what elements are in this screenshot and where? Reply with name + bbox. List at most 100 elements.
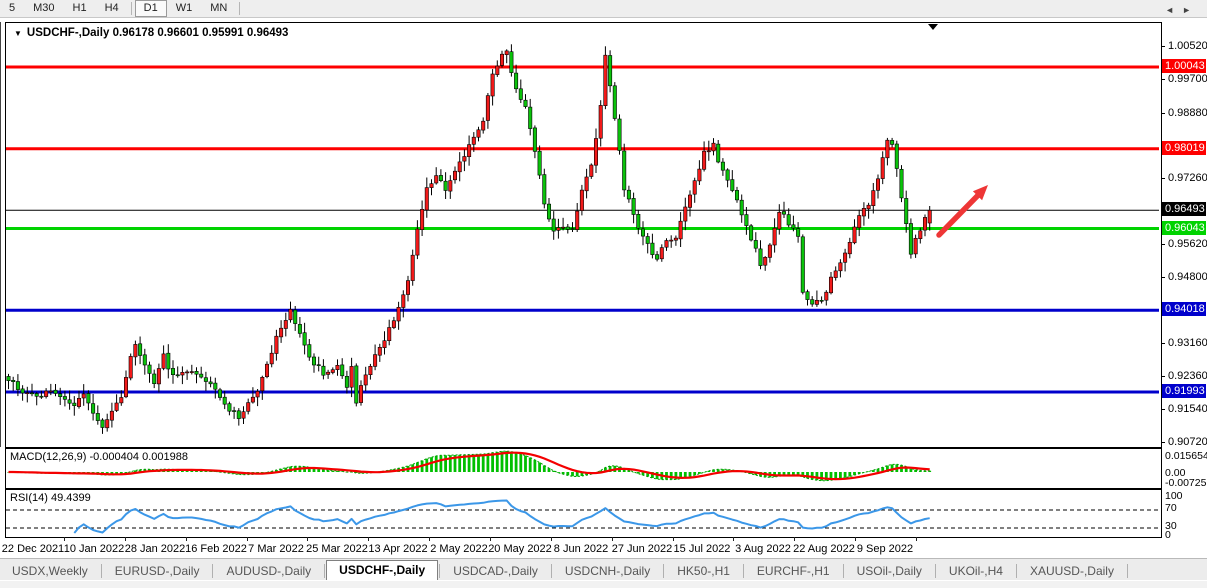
candle-body (341, 365, 344, 376)
candle-body (735, 190, 738, 200)
candle-body (759, 249, 762, 266)
candle-body (843, 253, 846, 262)
tab-scroll-right-icon[interactable]: ► (1182, 5, 1199, 15)
symbol-period-label: USDCHF-,Daily (27, 27, 109, 39)
macd-histogram-bar (510, 452, 513, 472)
candle-body (444, 181, 447, 190)
ohlc-values: 0.96178 0.96601 0.95991 0.96493 (113, 27, 289, 39)
dropdown-icon[interactable]: ▼ (14, 29, 22, 38)
shift-marker-icon[interactable] (928, 24, 938, 30)
candle-body (270, 353, 273, 364)
candle-body (900, 169, 903, 198)
candle-body (232, 411, 235, 412)
candle-body (204, 378, 207, 382)
macd-histogram-bar (519, 454, 522, 472)
macd-label: MACD(12,26,9) -0.000404 0.001988 (10, 451, 188, 463)
tab-scroll-left-icon[interactable]: ◄ (1165, 5, 1182, 15)
price-badge-0.96043: 0.96043 (1162, 221, 1206, 235)
tab-usdcad-daily[interactable]: USDCAD-,Daily (441, 562, 550, 581)
price-axis[interactable]: 1.005200.997000.988800.972600.956200.948… (1161, 22, 1207, 582)
macd-histogram-bar (872, 470, 875, 472)
candle-body (77, 398, 80, 406)
tab-hk50-h1[interactable]: HK50-,H1 (665, 562, 742, 581)
status-strip (0, 580, 1207, 588)
macd-histogram-bar (487, 454, 490, 473)
rsi-panel[interactable]: RSI(14) 49.4399 (5, 489, 1162, 538)
candle-body (106, 420, 109, 428)
price-tick-label: 0.90720 (1168, 436, 1207, 449)
candle-body (510, 52, 513, 73)
candle-body (590, 165, 593, 177)
candle-body (101, 420, 104, 428)
candle-body (406, 281, 409, 295)
timeframe-button-W1[interactable]: W1 (167, 0, 202, 17)
candle-body (369, 366, 372, 374)
price-tick-mark (1161, 343, 1165, 344)
tab-separator (1016, 564, 1017, 578)
timeframe-button-H1[interactable]: H1 (64, 0, 96, 17)
candle-body (834, 271, 837, 278)
candle-body (801, 237, 804, 292)
candle-body (162, 354, 165, 369)
tab-audusd-daily[interactable]: AUDUSD-,Daily (214, 562, 323, 581)
macd-panel[interactable]: MACD(12,26,9) -0.000404 0.001988 (5, 448, 1162, 489)
candlestick-plot[interactable] (6, 23, 1159, 445)
timeframe-button-M30[interactable]: M30 (24, 0, 63, 17)
candle-body (200, 374, 203, 377)
price-badge-1.00043: 1.00043 (1162, 59, 1206, 73)
candle-body (731, 180, 734, 191)
candle-body (796, 229, 799, 237)
candle-body (505, 51, 508, 55)
tab-eurchf-h1[interactable]: EURCHF-,H1 (745, 562, 842, 581)
timeframe-button-D1[interactable]: D1 (135, 0, 167, 17)
tab-ukoil-h4[interactable]: UKOil-,H4 (937, 562, 1015, 581)
tab-usoil-daily[interactable]: USOil-,Daily (845, 562, 934, 581)
macd-histogram-bar (552, 471, 555, 472)
price-badge-0.94018: 0.94018 (1162, 302, 1206, 316)
toolbar-separator (131, 2, 132, 15)
rsi-label: RSI(14) 49.4399 (10, 492, 91, 504)
macd-histogram-bar (839, 472, 842, 479)
macd-axis-label: -0.00725 (1165, 477, 1206, 490)
candle-body (359, 386, 362, 403)
tab-separator (101, 564, 102, 578)
candle-body (364, 375, 367, 385)
tab-eurusd-daily[interactable]: EURUSD-,Daily (103, 562, 212, 581)
time-axis[interactable]: 22 Dec 202110 Jan 202228 Jan 202216 Feb … (0, 537, 1160, 558)
tab-xauusd-daily[interactable]: XAUUSD-,Daily (1018, 562, 1126, 581)
time-tick-mark (551, 537, 552, 541)
tab-separator (324, 564, 325, 578)
price-tick-label: 0.93160 (1168, 337, 1207, 350)
candle-body (176, 375, 179, 376)
time-tick-mark (247, 537, 248, 541)
candle-body (839, 263, 842, 271)
timeframe-button-MN[interactable]: MN (201, 0, 236, 17)
macd-histogram-bar (482, 454, 485, 472)
candle-body (646, 237, 649, 244)
candle-body (279, 328, 282, 337)
candle-body (806, 292, 809, 300)
tab-usdchf-daily[interactable]: USDCHF-,Daily (326, 560, 438, 582)
timeframe-toolbar: 5M30H1H4 D1W1MN (0, 0, 1207, 18)
candle-body (73, 403, 76, 406)
timeframe-button-H4[interactable]: H4 (96, 0, 128, 17)
candle-body (580, 190, 583, 211)
timeframe-button-5[interactable]: 5 (0, 0, 24, 17)
candle-body (928, 210, 931, 223)
candle-body (707, 151, 710, 152)
candle-body (585, 177, 588, 191)
candle-body (425, 188, 428, 210)
candle-body (185, 372, 188, 373)
candle-body (745, 215, 748, 226)
price-tick-label: 0.95620 (1168, 238, 1207, 251)
tab-usdx-weekly[interactable]: USDX,Weekly (0, 562, 100, 581)
price-tick-label: 0.99700 (1168, 73, 1207, 86)
candle-body (467, 145, 470, 157)
candle-body (402, 295, 405, 308)
price-tick-mark (1161, 277, 1165, 278)
candle-body (120, 398, 123, 403)
tab-usdcnh-daily[interactable]: USDCNH-,Daily (553, 562, 662, 581)
main-chart-window[interactable]: ▼ USDCHF-,Daily 0.96178 0.96601 0.95991 0… (5, 22, 1162, 448)
candle-body (815, 300, 818, 304)
rsi-axis-label: 0 (1165, 529, 1171, 542)
